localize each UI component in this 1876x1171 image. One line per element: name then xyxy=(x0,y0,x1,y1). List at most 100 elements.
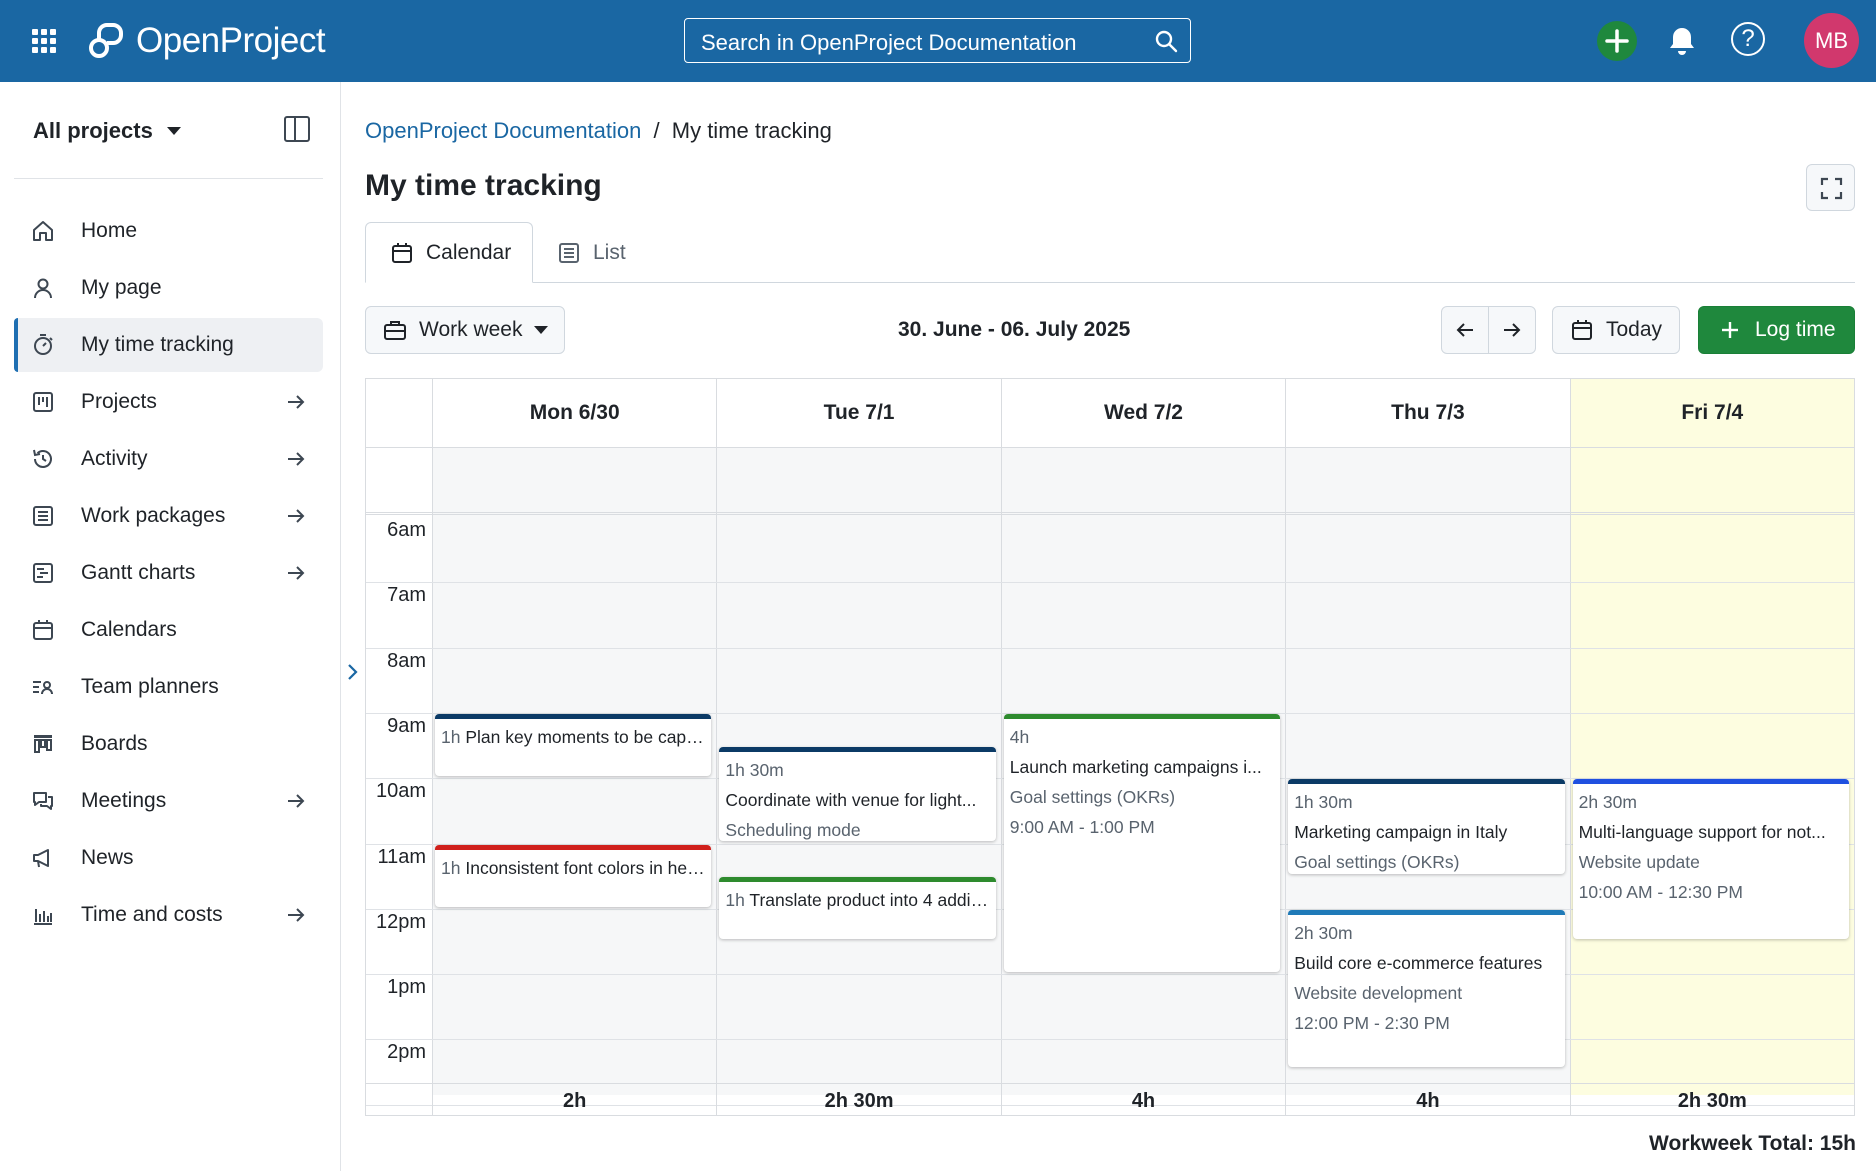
previous-week-button[interactable] xyxy=(1441,306,1489,354)
bell-icon[interactable] xyxy=(1668,26,1696,56)
event-duration: 1h 30m xyxy=(725,759,784,780)
time-entry-event[interactable]: 2h 30m Multi-language support for not... W… xyxy=(1572,779,1849,940)
sidebar-item-meetings[interactable]: Meetings xyxy=(14,774,323,828)
arrow-right-icon[interactable] xyxy=(285,790,307,812)
quick-add-button[interactable] xyxy=(1597,21,1637,61)
event-color-bar xyxy=(1288,909,1565,915)
arrow-right-icon[interactable] xyxy=(285,562,307,584)
event-color-bar xyxy=(435,844,712,850)
sidebar-item-boards[interactable]: Boards xyxy=(14,717,323,771)
hour-label: 11am xyxy=(377,845,426,868)
sidebar-item-gantt-charts[interactable]: Gantt charts xyxy=(14,546,323,600)
time-entry-event[interactable]: 1h 30m Coordinate with venue for light...… xyxy=(719,746,996,842)
search-placeholder: Search in OpenProject Documentation xyxy=(701,30,1077,55)
time-entry-event[interactable]: 4h Launch marketing campaigns i... Goal se… xyxy=(1003,713,1281,973)
chevron-right-icon[interactable] xyxy=(344,660,362,684)
sidebar-item-projects[interactable]: Projects xyxy=(14,375,323,429)
event-duration: 2h 30m xyxy=(1294,922,1353,943)
modules-menu-icon[interactable] xyxy=(32,29,56,53)
sidebar-item-news[interactable]: News xyxy=(14,831,323,885)
tab-list-label: List xyxy=(593,240,626,264)
hour-label: 1pm xyxy=(387,976,426,999)
tab-calendar[interactable]: Calendar xyxy=(365,222,533,283)
breadcrumb-separator: / xyxy=(653,118,660,143)
view-mode-dropdown[interactable]: Work week xyxy=(365,306,565,354)
sidebar-item-time-and-costs[interactable]: Time and costs xyxy=(14,888,323,942)
log-time-label: Log time xyxy=(1755,318,1836,341)
caret-down-icon xyxy=(534,326,549,334)
arrow-right-icon[interactable] xyxy=(285,505,307,527)
team-planner-icon xyxy=(33,681,53,695)
event-project: Website development xyxy=(1294,982,1463,1003)
log-time-button[interactable]: Log time xyxy=(1698,306,1855,354)
event-title: Build core e-commerce features xyxy=(1294,952,1543,973)
search-icon[interactable] xyxy=(1154,29,1178,53)
search-input[interactable]: Search in OpenProject Documentation xyxy=(684,18,1191,63)
breadcrumb-project-link[interactable]: OpenProject Documentation xyxy=(365,118,641,143)
hour-gridline xyxy=(366,1039,1854,1041)
next-week-button[interactable] xyxy=(1488,306,1536,354)
list-icon xyxy=(559,242,579,263)
sidebar-item-work-packages[interactable]: Work packages xyxy=(14,489,323,543)
bar-chart-icon xyxy=(34,909,52,925)
event-time: 12:00 PM - 2:30 PM xyxy=(1294,1012,1450,1033)
arrow-right-icon[interactable] xyxy=(285,391,307,413)
meetings-icon xyxy=(33,792,53,810)
event-color-bar xyxy=(719,746,996,752)
time-entry-event[interactable]: 2h 30m Build core e-commerce features Webs… xyxy=(1288,909,1565,1067)
event-time: 9:00 AM - 1:00 PM xyxy=(1009,816,1155,837)
event-duration: 1h xyxy=(725,890,745,911)
page-title: My time tracking xyxy=(365,169,602,202)
gantt-icon xyxy=(33,563,53,583)
day-header: Fri 7/4 xyxy=(1569,379,1854,447)
sidebar-item-label: My page xyxy=(81,276,162,299)
day-header: Wed 7/2 xyxy=(1000,379,1285,447)
today-button[interactable]: Today xyxy=(1552,306,1680,354)
project-icon xyxy=(33,392,53,412)
sidebar-item-label: Home xyxy=(81,219,138,242)
help-icon[interactable]: ? xyxy=(1731,22,1765,56)
project-selector[interactable]: All projects xyxy=(33,118,181,144)
event-title: Launch marketing campaigns i... xyxy=(1009,756,1262,777)
hour-label: 12pm xyxy=(375,910,426,933)
sidebar-item-home[interactable]: Home xyxy=(14,204,323,258)
sidebar-item-my-time-tracking[interactable]: My time tracking xyxy=(14,318,323,372)
day-column[interactable] xyxy=(1569,447,1854,1095)
event-color-bar xyxy=(1572,779,1849,785)
breadcrumb: OpenProject Documentation / My time trac… xyxy=(365,118,832,144)
sidebar-item-label: Team planners xyxy=(81,675,219,698)
megaphone-icon xyxy=(33,849,49,868)
sidebar-item-my-page[interactable]: My page xyxy=(14,261,323,315)
tab-list[interactable]: List xyxy=(557,222,626,283)
time-entry-event[interactable]: 1h Inconsistent font colors in header xyxy=(435,844,712,907)
sidebar-item-label: Time and costs xyxy=(81,903,223,926)
openproject-logo[interactable]: OpenProject xyxy=(88,20,326,62)
fullscreen-button[interactable] xyxy=(1806,164,1855,211)
event-color-bar xyxy=(1003,713,1281,719)
hour-label: 6am xyxy=(387,519,426,541)
workweek-total: Workweek Total: 15h xyxy=(1649,1132,1856,1155)
sidebar-item-activity[interactable]: Activity xyxy=(14,432,323,486)
hour-label: 10am xyxy=(375,780,426,803)
day-header: Thu 7/3 xyxy=(1285,379,1569,447)
arrow-right-icon[interactable] xyxy=(285,904,307,926)
all-day-row xyxy=(366,447,1854,515)
calendar-icon xyxy=(33,620,53,640)
arrow-right-icon[interactable] xyxy=(285,448,307,470)
sidebar-item-label: Meetings xyxy=(81,789,167,812)
collapse-sidebar-icon[interactable] xyxy=(284,116,310,142)
sidebar-item-label: Gantt charts xyxy=(81,561,196,584)
event-color-bar xyxy=(435,713,712,719)
time-entry-event[interactable]: 1h Plan key moments to be captured xyxy=(435,713,712,777)
time-entry-event[interactable]: 1h 30m Marketing campaign in Italy Goal se… xyxy=(1288,779,1565,875)
list-icon xyxy=(33,506,53,526)
sidebar-item-team-planners[interactable]: Team planners xyxy=(14,660,323,714)
avatar[interactable]: MB xyxy=(1804,13,1859,68)
plus-icon xyxy=(1605,29,1629,53)
boards-icon xyxy=(34,735,52,753)
event-duration: 1h 30m xyxy=(1294,792,1353,813)
breadcrumb-current: My time tracking xyxy=(671,118,832,143)
daily-total: 2h 30m xyxy=(716,1084,1000,1116)
sidebar-item-calendars[interactable]: Calendars xyxy=(14,603,323,657)
time-entry-event[interactable]: 1h Translate product into 4 additional l… xyxy=(719,877,996,940)
